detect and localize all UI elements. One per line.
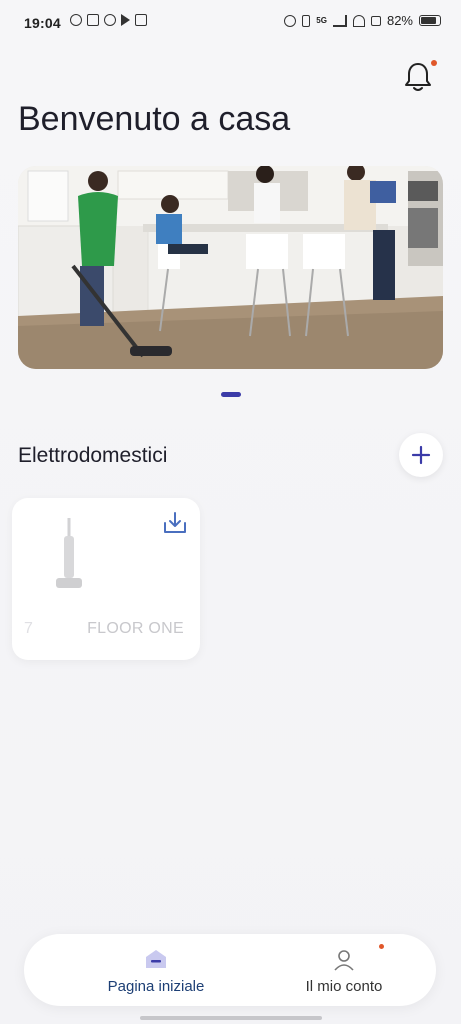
home-icon <box>146 950 166 968</box>
nav-account[interactable]: Il mio conto <box>264 944 424 1000</box>
signal-icon <box>332 14 347 27</box>
nav-account-label: Il mio conto <box>305 978 383 995</box>
add-appliance-button[interactable] <box>399 433 443 477</box>
status-notification-icons <box>70 14 147 26</box>
twitter-icon <box>70 14 82 26</box>
instagram-icon <box>87 14 99 26</box>
battery-percent: 82% <box>386 13 413 28</box>
appliance-card-floor-one[interactable]: 7 FLOOR ONE <box>12 498 200 660</box>
bottom-navigation: Pagina iniziale Il mio conto <box>24 934 436 1006</box>
wifi-icon <box>352 14 365 27</box>
status-system-icons: 5G 82% <box>284 13 441 28</box>
battery-icon <box>419 15 441 26</box>
notifications-button[interactable] <box>403 60 437 94</box>
play-icon <box>121 14 130 26</box>
alarm-icon <box>284 14 297 27</box>
nav-home[interactable]: Pagina iniziale <box>76 944 236 1000</box>
hero-banner[interactable] <box>18 166 443 369</box>
status-time: 19:04 <box>24 15 61 31</box>
page-title: Benvenuto a casa <box>18 100 291 138</box>
status-bar: 19:04 5G 82% <box>0 0 461 46</box>
plus-icon <box>411 445 431 465</box>
download-icon[interactable] <box>162 510 188 536</box>
system-home-indicator[interactable] <box>140 1016 322 1020</box>
kitchen-photo <box>18 166 443 369</box>
appliance-name: FLOOR ONE <box>87 620 184 637</box>
user-icon <box>334 950 354 971</box>
notification-dot <box>431 60 437 66</box>
network-label: 5G <box>316 16 327 25</box>
account-notification-dot <box>379 944 384 949</box>
nav-home-label: Pagina iniziale <box>107 978 205 995</box>
appliance-name-prefix: 7 <box>24 620 33 637</box>
bluetooth-icon <box>302 14 311 27</box>
carousel-indicator[interactable] <box>221 392 241 397</box>
mail-icon <box>135 14 147 26</box>
link-icon <box>104 14 116 26</box>
vacuum-icon <box>56 518 82 588</box>
appliances-section-title: Elettrodomestici <box>18 444 168 467</box>
call-icon <box>370 15 381 26</box>
bell-icon <box>405 63 431 91</box>
